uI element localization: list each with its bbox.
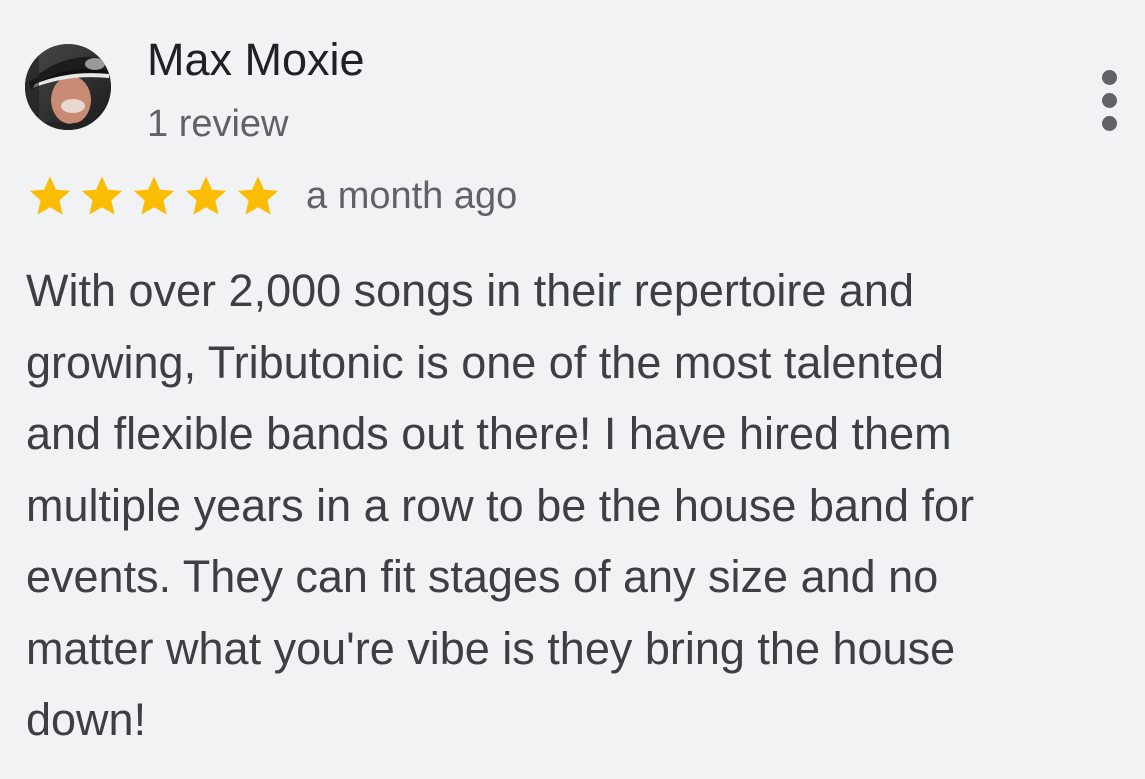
rating-row: a month ago [26,170,517,222]
review-text: With over 2,000 songs in their repertoir… [26,265,975,745]
star-icon [185,176,227,215]
menu-dot [1102,70,1117,85]
more-vert-icon[interactable] [1088,70,1132,134]
star-rating [26,172,286,220]
review-date: a month ago [306,175,518,217]
author-name[interactable]: Max Moxie [147,34,365,86]
menu-dot [1102,93,1117,108]
review-card: Max Moxie 1 review a month ago With over… [0,0,1145,779]
avatar[interactable] [25,44,111,130]
star-icon [81,176,123,215]
star-icon [133,176,175,215]
review-count[interactable]: 1 review [147,102,289,146]
menu-dot [1102,116,1117,131]
avatar-photo [25,44,111,130]
star-icon [237,176,279,215]
star-icon [29,176,71,215]
